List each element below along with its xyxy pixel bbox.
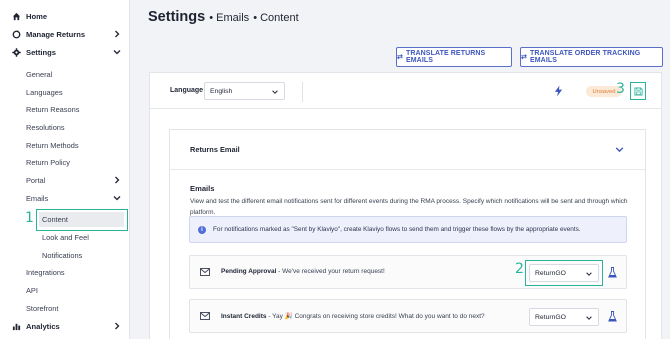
bar-chart-icon	[12, 322, 21, 331]
translate-tracking-label: TRANSLATE ORDER TRACKING EMAILS	[529, 50, 641, 64]
translate-icon: ⇄	[397, 54, 403, 61]
chevron-right-icon	[115, 322, 120, 330]
nav-home-label: Home	[26, 11, 48, 21]
returns-icon	[12, 29, 21, 39]
nav-return-methods[interactable]: Return Methods	[0, 137, 130, 153]
nav-content-label: Content	[42, 214, 68, 224]
language-select-value: English	[210, 87, 233, 95]
save-icon	[633, 86, 643, 96]
klaviyo-info-banner: i For notifications marked as "Sent by K…	[189, 216, 627, 243]
nav-analytics[interactable]: Analytics	[0, 318, 130, 334]
chevron-right-icon	[115, 30, 120, 38]
gear-icon	[12, 47, 21, 57]
nav-analytics-label: Analytics	[26, 321, 60, 331]
info-icon: i	[198, 225, 206, 234]
lightning-icon[interactable]	[554, 85, 563, 97]
platform-select-value: ReturnGO	[535, 269, 566, 277]
nav-manage-returns-label: Manage Returns	[26, 29, 86, 39]
chevron-down-icon	[272, 90, 278, 94]
nav-resolutions-label: Resolutions	[26, 122, 65, 132]
translate-order-tracking-button[interactable]: ⇄ TRANSLATE ORDER TRACKING EMAILS	[520, 47, 663, 67]
translate-icon: ⇄	[521, 54, 527, 61]
test-flask-icon[interactable]	[608, 267, 617, 278]
nav-resolutions[interactable]: Resolutions	[0, 119, 130, 135]
home-icon	[12, 12, 21, 21]
nav-manage-returns[interactable]: Manage Returns	[0, 26, 130, 42]
breadcrumb-emails: • Emails	[209, 12, 250, 24]
platform-select-value: ReturnGO	[535, 313, 566, 321]
step-two-marker: 2	[515, 261, 524, 277]
page-title: Settings • Emails • Content	[148, 9, 299, 25]
email-row-pending-approval: Pending Approval - We've received your r…	[189, 255, 627, 289]
nav-return-policy-label: Return Policy	[26, 157, 70, 167]
nav-emails[interactable]: Emails	[0, 190, 130, 206]
nav-languages-label: Languages	[26, 87, 63, 97]
email-description: Instant Credits - Yay 🎉 Congrats on rece…	[221, 312, 485, 320]
chevron-down-icon[interactable]	[614, 144, 625, 155]
content-card: Language English Unsaved 3 Returns Email…	[149, 72, 662, 339]
nav-settings-label: Settings	[26, 47, 56, 57]
nav-general[interactable]: General	[0, 66, 130, 82]
nav-portal[interactable]: Portal	[0, 172, 130, 188]
email-subject: - Yay 🎉 Congrats on receiving store cred…	[266, 313, 485, 320]
language-select[interactable]: English	[204, 82, 285, 100]
chevron-right-icon	[115, 176, 120, 184]
emails-heading: Emails	[190, 184, 215, 193]
chevron-down-icon	[586, 272, 592, 276]
chevron-down-icon	[113, 196, 121, 201]
language-toolbar: Language English Unsaved 3	[150, 73, 661, 109]
nav-return-methods-label: Return Methods	[26, 140, 79, 150]
nav-return-policy[interactable]: Return Policy	[0, 154, 130, 170]
nav-storefront-label: Storefront	[26, 303, 59, 313]
language-label: Language	[170, 87, 204, 94]
nav-emails-label: Emails	[26, 193, 49, 203]
sidebar: Home Manage Returns Settings General Lan…	[0, 0, 130, 339]
returns-email-section: Returns Email Emails View and test the d…	[169, 129, 646, 339]
emails-description: View and test the different email notifi…	[190, 198, 628, 216]
nav-api-label: API	[26, 285, 38, 295]
nav-general-label: General	[26, 69, 53, 79]
step-three-marker: 3	[616, 81, 625, 97]
chevron-down-icon	[586, 316, 592, 320]
chevron-down-icon	[113, 50, 121, 55]
nav-home[interactable]: Home	[0, 8, 130, 24]
section-title: Returns Email	[190, 145, 240, 154]
envelope-icon	[200, 268, 210, 276]
page-title-main: Settings	[148, 9, 206, 25]
translate-returns-label: TRANSLATE RETURNS EMAILS	[405, 50, 486, 64]
nav-integrations-label: Integrations	[26, 267, 65, 277]
email-description: Pending Approval - We've received your r…	[221, 268, 385, 275]
breadcrumb-content: • Content	[253, 12, 299, 24]
nav-languages[interactable]: Languages	[0, 84, 130, 100]
nav-look-and-feel-label: Look and Feel	[42, 232, 89, 242]
nav-storefront[interactable]: Storefront	[0, 300, 130, 316]
nav-notifications[interactable]: Notifications	[0, 247, 130, 263]
save-button[interactable]	[630, 82, 646, 100]
nav-return-reasons[interactable]: Return Reasons	[0, 101, 130, 117]
email-name: Pending Approval	[221, 268, 277, 275]
nav-notifications-label: Notifications	[42, 250, 83, 260]
section-header[interactable]: Returns Email	[170, 130, 645, 170]
nav-return-reasons-label: Return Reasons	[26, 104, 80, 114]
email-row-instant-credits: Instant Credits - Yay 🎉 Congrats on rece…	[189, 299, 627, 333]
envelope-icon	[200, 312, 210, 320]
translate-returns-emails-button[interactable]: ⇄ TRANSLATE RETURNS EMAILS	[396, 47, 512, 67]
test-flask-icon[interactable]	[608, 311, 617, 322]
email-subject: - We've received your return request!	[276, 268, 385, 275]
platform-select[interactable]: ReturnGO	[529, 264, 599, 282]
nav-look-and-feel[interactable]: Look and Feel	[0, 229, 130, 245]
nav-portal-label: Portal	[26, 175, 46, 185]
nav-integrations[interactable]: Integrations	[0, 264, 130, 280]
email-name: Instant Credits	[221, 313, 267, 320]
nav-content[interactable]: Content	[0, 211, 130, 227]
nav-settings[interactable]: Settings	[0, 44, 130, 60]
info-text: For notifications marked as "Sent by Kla…	[213, 226, 581, 233]
nav-api[interactable]: API	[0, 282, 130, 298]
platform-select[interactable]: ReturnGO	[529, 308, 599, 326]
divider	[302, 82, 303, 102]
